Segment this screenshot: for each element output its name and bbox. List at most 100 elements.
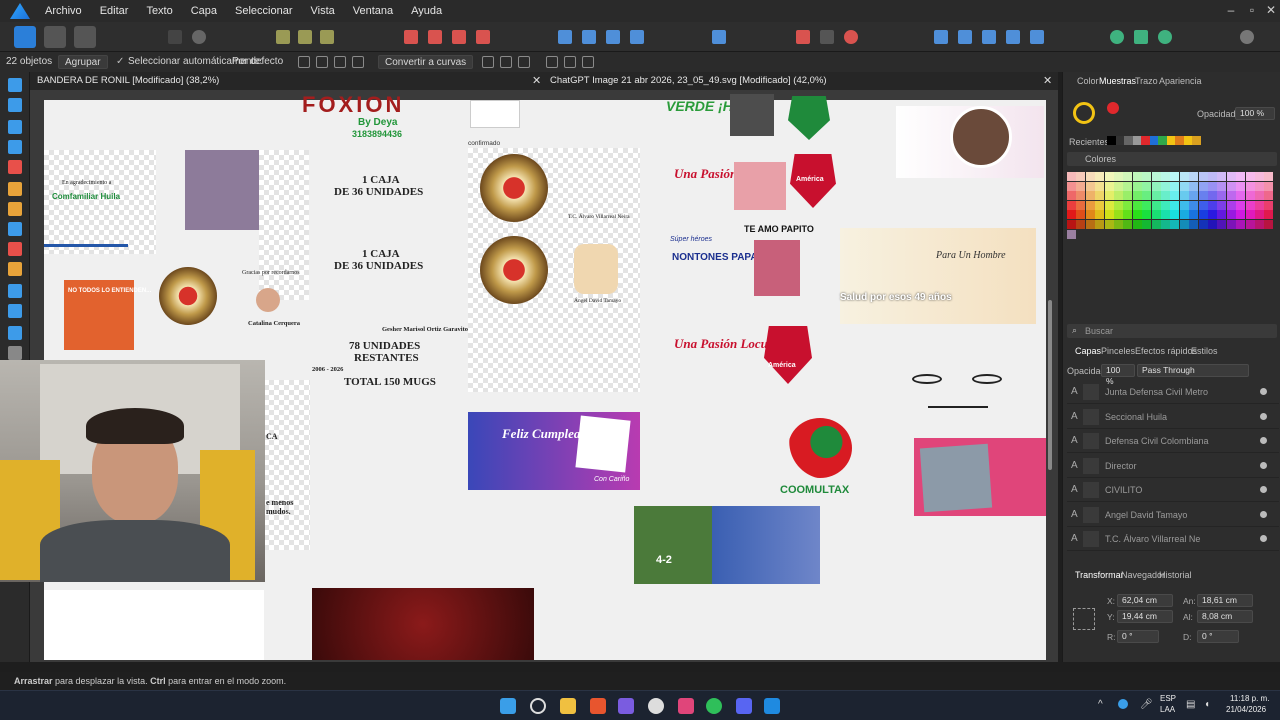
tab-pinceles[interactable]: Pinceles [1101,346,1135,356]
convert-to-curves-button[interactable]: Convertir a curvas [378,55,474,69]
palette-swatch[interactable] [1255,210,1264,220]
color-picker-icon[interactable] [1158,30,1172,44]
menu-vista[interactable]: Vista [302,5,344,17]
palette-swatch[interactable] [1236,200,1246,210]
palette-swatch[interactable] [1132,172,1142,181]
palette-swatch[interactable] [1067,181,1076,191]
assistant-icon[interactable] [1110,30,1124,44]
palette-swatch[interactable] [1067,220,1076,229]
palette-swatch[interactable] [1217,210,1227,220]
boolean-subtract-icon[interactable] [428,30,442,44]
medal-2[interactable] [480,236,548,304]
arrange-extra-icon[interactable] [1030,30,1044,44]
language-layout[interactable]: LAA [1160,705,1175,714]
palette-swatch[interactable] [1179,210,1189,220]
anchor-grid-icon[interactable] [1073,608,1095,630]
palette-swatch[interactable] [1245,181,1255,191]
palette-swatch[interactable] [1255,200,1264,210]
palette-swatch[interactable] [1246,230,1255,239]
palette-swatch[interactable] [1217,220,1227,229]
palette-swatch[interactable] [1189,191,1199,201]
palette-swatch[interactable] [1189,220,1199,229]
palette-swatch[interactable] [1114,181,1123,191]
palette-swatch[interactable] [1104,210,1114,220]
palette-swatch[interactable] [1067,191,1076,201]
corner-tool-icon[interactable] [8,160,22,174]
palette-swatch[interactable] [1208,181,1217,191]
palette-swatch[interactable] [1226,220,1236,229]
palette-swatch[interactable] [1085,200,1095,210]
tab-estilos[interactable]: Estilos [1191,346,1218,356]
palette-swatch[interactable] [1189,200,1199,210]
palette-swatch[interactable] [1198,200,1208,210]
language-indicator[interactable]: ESP [1160,694,1176,703]
tab-color[interactable]: Color [1077,76,1099,86]
palette-swatch[interactable] [1170,230,1179,239]
id-photo[interactable] [185,150,259,230]
vertical-scrollbar[interactable] [1048,300,1052,470]
picker-icon[interactable] [1107,102,1119,114]
palette-swatch[interactable] [1161,191,1170,201]
color-palette-grid[interactable] [1067,172,1275,242]
tab-historial[interactable]: Historial [1159,570,1192,580]
tab-transformar[interactable]: Transformar [1075,570,1124,580]
palette-swatch[interactable] [1264,181,1274,191]
clock-date[interactable]: 21/04/2026 [1226,705,1266,714]
palette-swatch[interactable] [1114,230,1123,239]
arrange-forward-icon[interactable] [958,30,972,44]
blurred-photo-2[interactable] [754,240,800,296]
palette-swatch[interactable] [1142,210,1152,220]
palette-swatch[interactable] [1189,230,1198,239]
palette-swatch[interactable] [1198,181,1208,191]
brave-icon[interactable] [590,698,606,714]
palette-swatch[interactable] [1208,230,1217,239]
transform-origin-icon[interactable] [298,56,310,68]
place-image-icon[interactable] [8,284,22,298]
minimize-icon[interactable]: – [1220,0,1242,22]
palette-swatch[interactable] [1076,172,1086,181]
palette-swatch[interactable] [1198,191,1208,201]
clock-time[interactable]: 11:18 p. m. [1230,694,1269,703]
design-agradecimiento[interactable]: En agradecimiento a Comfamiliar Huila [44,150,156,254]
tray-chevron-icon[interactable]: ^ [1098,699,1103,710]
palette-swatch[interactable] [1208,172,1217,181]
palette-swatch[interactable] [1255,230,1264,239]
palette-swatch[interactable] [1104,200,1114,210]
palette-swatch[interactable] [1151,210,1161,220]
palette-swatch[interactable] [1217,230,1226,239]
text-tool-icon[interactable] [8,326,22,340]
boolean-xor-icon[interactable] [476,30,490,44]
palette-swatch[interactable] [1067,210,1076,220]
align-center-icon[interactable] [334,56,346,68]
palette-swatch[interactable] [1226,191,1236,201]
palette-swatch[interactable] [1161,230,1170,239]
visibility-icon[interactable] [1260,388,1267,395]
design-no-todos[interactable]: NO TODOS LO ENTIENDEN... [64,280,151,350]
palette-swatch[interactable] [1208,191,1217,201]
palette-swatch[interactable] [1208,220,1217,229]
palette-swatch[interactable] [1179,181,1189,191]
palette-swatch[interactable] [1076,191,1086,201]
file-explorer-icon[interactable] [560,698,576,714]
america-crest-2[interactable] [764,326,812,384]
boolean-add-icon[interactable] [404,30,418,44]
contour-tool-icon[interactable] [8,140,22,154]
tab-trazo[interactable]: Trazo [1135,76,1158,86]
close-tab-icon[interactable]: ✕ [1043,72,1052,90]
h-field[interactable]: 8,08 cm [1197,610,1253,623]
align-left-icon[interactable] [316,56,328,68]
palette-swatch[interactable] [1208,210,1217,220]
align-a-icon[interactable] [276,30,290,44]
x-field[interactable]: 62,04 cm [1117,594,1173,607]
shear-field[interactable]: 0 ° [1197,630,1239,643]
palette-swatch[interactable] [1142,181,1152,191]
palette-swatch[interactable] [1076,181,1086,191]
palette-swatch[interactable] [1170,210,1180,220]
medal-1[interactable] [480,154,548,222]
palette-swatch[interactable] [1123,200,1133,210]
palette-swatch[interactable] [1226,181,1236,191]
w-field[interactable]: 18,61 cm [1197,594,1253,607]
start-icon[interactable] [500,698,516,714]
palette-swatch[interactable] [1236,220,1246,229]
football-photo[interactable]: 4-2 [634,506,820,584]
